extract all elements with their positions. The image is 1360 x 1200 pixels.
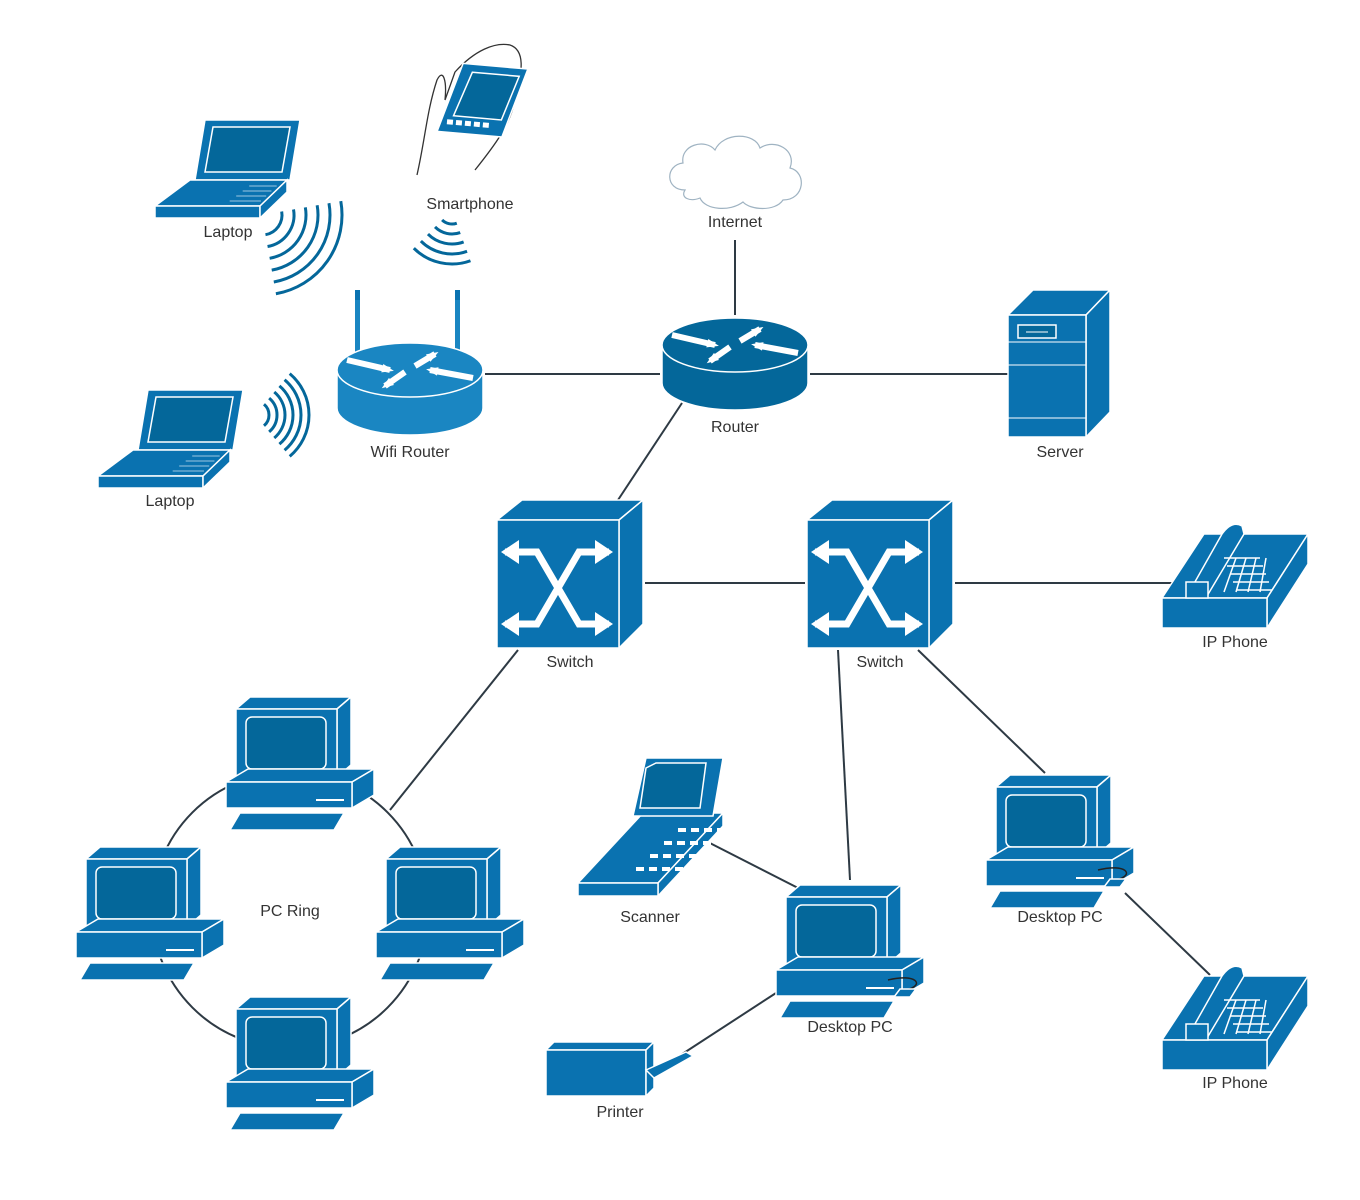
connection-desktop2-ipphone2 xyxy=(1124,892,1211,976)
node-ring[interactable]: PC Ring xyxy=(73,695,527,1131)
cloud-label: Internet xyxy=(708,214,763,231)
ip-phone-icon[interactable] xyxy=(1160,965,1310,1073)
switch-icon[interactable] xyxy=(494,498,646,650)
node-laptop2[interactable]: Laptop xyxy=(95,389,244,510)
node-desktop1[interactable]: Desktop PC xyxy=(773,883,927,1036)
smartphone-icon[interactable] xyxy=(416,43,529,176)
server-label: Server xyxy=(1036,444,1084,461)
wireless-signal-icon xyxy=(412,218,471,266)
ip-phone-label: IP Phone xyxy=(1202,634,1268,651)
desktop-pc-label: Desktop PC xyxy=(807,1019,892,1036)
wireless-signal-icon xyxy=(262,372,311,458)
node-laptop1[interactable]: Laptop xyxy=(152,119,301,241)
connection-switch1-ring xyxy=(389,649,519,811)
printer-icon[interactable] xyxy=(544,1040,695,1098)
switch-label: Switch xyxy=(546,654,593,671)
node-ipphone2[interactable]: IP Phone xyxy=(1160,965,1310,1092)
node-router[interactable]: Router xyxy=(661,317,809,436)
desktop-pc-icon[interactable] xyxy=(73,845,227,981)
laptop-label: Laptop xyxy=(204,224,253,241)
ip-phone-icon[interactable] xyxy=(1160,523,1310,631)
router-icon[interactable] xyxy=(661,317,809,411)
laptop-label: Laptop xyxy=(146,493,195,510)
smartphone-label: Smartphone xyxy=(426,196,513,213)
scanner-icon[interactable] xyxy=(576,757,725,898)
pc-ring-label: PC Ring xyxy=(260,903,320,920)
node-switch1[interactable]: Switch xyxy=(494,498,646,671)
printer-label: Printer xyxy=(596,1104,644,1121)
cloud-icon[interactable] xyxy=(669,135,802,210)
server-icon[interactable] xyxy=(1006,288,1112,439)
node-smartphone[interactable]: Smartphone xyxy=(416,43,529,213)
wifi-router-icon[interactable] xyxy=(336,290,484,436)
desktop-pc-icon[interactable] xyxy=(983,773,1137,909)
switch-label: Switch xyxy=(856,654,903,671)
ip-phone-label: IP Phone xyxy=(1202,1075,1268,1092)
connection-router-switch1 xyxy=(617,402,683,501)
desktop-pc-icon[interactable] xyxy=(223,695,377,831)
laptop-icon[interactable] xyxy=(152,119,301,220)
devices: Laptop Smartphone Internet Wifi Router La… xyxy=(73,43,1310,1131)
node-scanner[interactable]: Scanner xyxy=(576,757,725,926)
network-diagram: Laptop Smartphone Internet Wifi Router La… xyxy=(73,43,1310,1131)
node-printer[interactable]: Printer xyxy=(544,1040,695,1121)
wifi-router-label: Wifi Router xyxy=(370,444,450,461)
node-internet[interactable]: Internet xyxy=(669,135,802,231)
desktop-pc-icon[interactable] xyxy=(373,845,527,981)
desktop-pc-icon[interactable] xyxy=(223,995,377,1131)
desktop-pc-label: Desktop PC xyxy=(1017,909,1102,926)
router-label: Router xyxy=(711,419,760,436)
connection-switch2-desktop2 xyxy=(917,649,1046,774)
desktop-pc-icon[interactable] xyxy=(773,883,927,1019)
laptop-icon[interactable] xyxy=(95,389,244,490)
wireless-signal-icon xyxy=(265,200,344,296)
connection-scanner-desktop1 xyxy=(699,837,803,891)
scanner-label: Scanner xyxy=(620,909,680,926)
node-wifi[interactable]: Wifi Router xyxy=(336,290,484,461)
node-desktop2[interactable]: Desktop PC xyxy=(983,773,1137,926)
switch-icon[interactable] xyxy=(804,498,956,650)
node-switch2[interactable]: Switch xyxy=(804,498,956,671)
node-server[interactable]: Server xyxy=(1006,288,1112,461)
connection-switch2-desktop1 xyxy=(837,649,851,881)
node-ipphone1[interactable]: IP Phone xyxy=(1160,523,1310,651)
